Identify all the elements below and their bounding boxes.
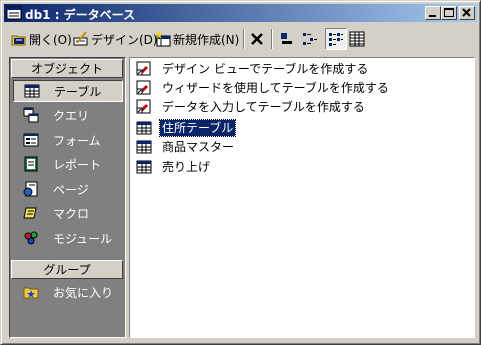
sidebar-item-label: フォーム (53, 133, 101, 148)
list-item-label: 売り上げ (162, 160, 211, 174)
minimize-icon (429, 15, 436, 17)
create-shortcut-icon (136, 99, 151, 114)
large-icons-icon (281, 33, 292, 44)
delete-button[interactable] (249, 28, 267, 50)
view-details-button[interactable] (349, 28, 367, 50)
sidebar-item-label: クエリ (53, 108, 90, 123)
new-table-icon (155, 31, 171, 47)
table-icon (136, 140, 152, 154)
sidebar-item-tables[interactable]: テーブル (13, 80, 123, 102)
list-item-label: データを入力してテーブルを作成する (162, 100, 365, 114)
list-item-label: 住所テーブル (158, 119, 237, 137)
report-icon (24, 156, 38, 172)
toolbar: 開く(O) デザイン(D) 新規作成(N) (5, 26, 477, 54)
list-item[interactable]: ウィザードを使用してテーブルを作成する (136, 79, 391, 97)
list-item[interactable]: 商品マスター (136, 138, 236, 156)
sidebar-item-modules[interactable]: モジュール (13, 227, 123, 249)
new-label: 新規作成(N) (173, 32, 240, 47)
sidebar-item-label: マクロ (53, 206, 90, 221)
window-title: db1 : データベース (25, 8, 136, 22)
sidebar-item-forms[interactable]: フォーム (13, 129, 123, 151)
sidebar-item-reports[interactable]: レポート (13, 153, 123, 175)
list-item[interactable]: データを入力してテーブルを作成する (136, 98, 367, 116)
object-list[interactable]: デザイン ビューでテーブルを作成する ウィザードを使用してテーブルを作成する デ… (129, 57, 475, 338)
list-item-label: 商品マスター (162, 140, 235, 154)
list-item-label: ウィザードを使用してテーブルを作成する (162, 81, 389, 95)
groups-header[interactable]: グループ (11, 260, 123, 279)
toolbar-separator (243, 29, 245, 49)
table-icon (24, 84, 40, 98)
maximize-icon (444, 8, 454, 17)
new-button[interactable]: 新規作成(N) (155, 28, 239, 50)
view-list-button[interactable] (325, 28, 347, 50)
favorites-folder-icon (23, 287, 39, 299)
sidebar-item-label: ページ (53, 182, 89, 197)
macro-icon (23, 207, 37, 219)
view-small-icons-button[interactable] (302, 28, 320, 50)
sidebar-item-queries[interactable]: クエリ (13, 104, 123, 126)
list-icon (329, 33, 343, 46)
table-icon (136, 160, 152, 174)
open-button[interactable]: 開く(O) (11, 28, 72, 50)
objects-bar: オブジェクト テーブル クエリ フォーム レポート ページ マクロ モジュール … (9, 57, 126, 338)
query-icon (23, 107, 39, 123)
sidebar-item-label: お気に入り (53, 285, 114, 300)
open-label: 開く(O) (29, 32, 72, 47)
sidebar-item-label: レポート (53, 157, 102, 172)
list-item-label: デザイン ビューでテーブルを作成する (162, 62, 369, 76)
objects-header[interactable]: オブジェクト (11, 59, 123, 78)
list-item[interactable]: 売り上げ (136, 158, 212, 176)
view-large-icons-button[interactable] (279, 28, 297, 50)
sidebar-item-label: テーブル (54, 84, 102, 99)
open-icon (11, 35, 26, 46)
table-icon (136, 121, 152, 135)
close-button[interactable] (459, 6, 475, 20)
close-icon (462, 8, 471, 17)
design-button[interactable]: デザイン(D) (73, 28, 158, 50)
details-icon (349, 31, 365, 47)
title-bar[interactable]: db1 : データベース (4, 4, 477, 22)
sidebar-item-macros[interactable]: マクロ (13, 202, 123, 224)
form-icon (23, 133, 39, 147)
sidebar-item-label: モジュール (53, 231, 113, 246)
sidebar-item-pages[interactable]: ページ (13, 178, 123, 200)
create-shortcut-icon (136, 80, 151, 95)
maximize-button[interactable] (441, 6, 457, 20)
module-icon (24, 231, 38, 245)
page-icon (23, 181, 38, 197)
toolbar-separator (271, 29, 273, 49)
design-label: デザイン(D) (91, 32, 158, 47)
list-item[interactable]: 住所テーブル (136, 119, 237, 137)
list-item[interactable]: デザイン ビューでテーブルを作成する (136, 60, 370, 78)
design-icon (73, 31, 88, 46)
delete-icon (251, 33, 263, 45)
create-shortcut-icon (136, 61, 151, 76)
sidebar-item-favorites[interactable]: お気に入り (13, 281, 123, 303)
small-icons-icon (303, 33, 317, 45)
database-window-icon[interactable] (6, 5, 22, 21)
minimize-button[interactable] (425, 6, 441, 20)
database-window: db1 : データベース 開く(O) デザイン(D) 新規作成(N) オブジェク… (0, 0, 481, 345)
